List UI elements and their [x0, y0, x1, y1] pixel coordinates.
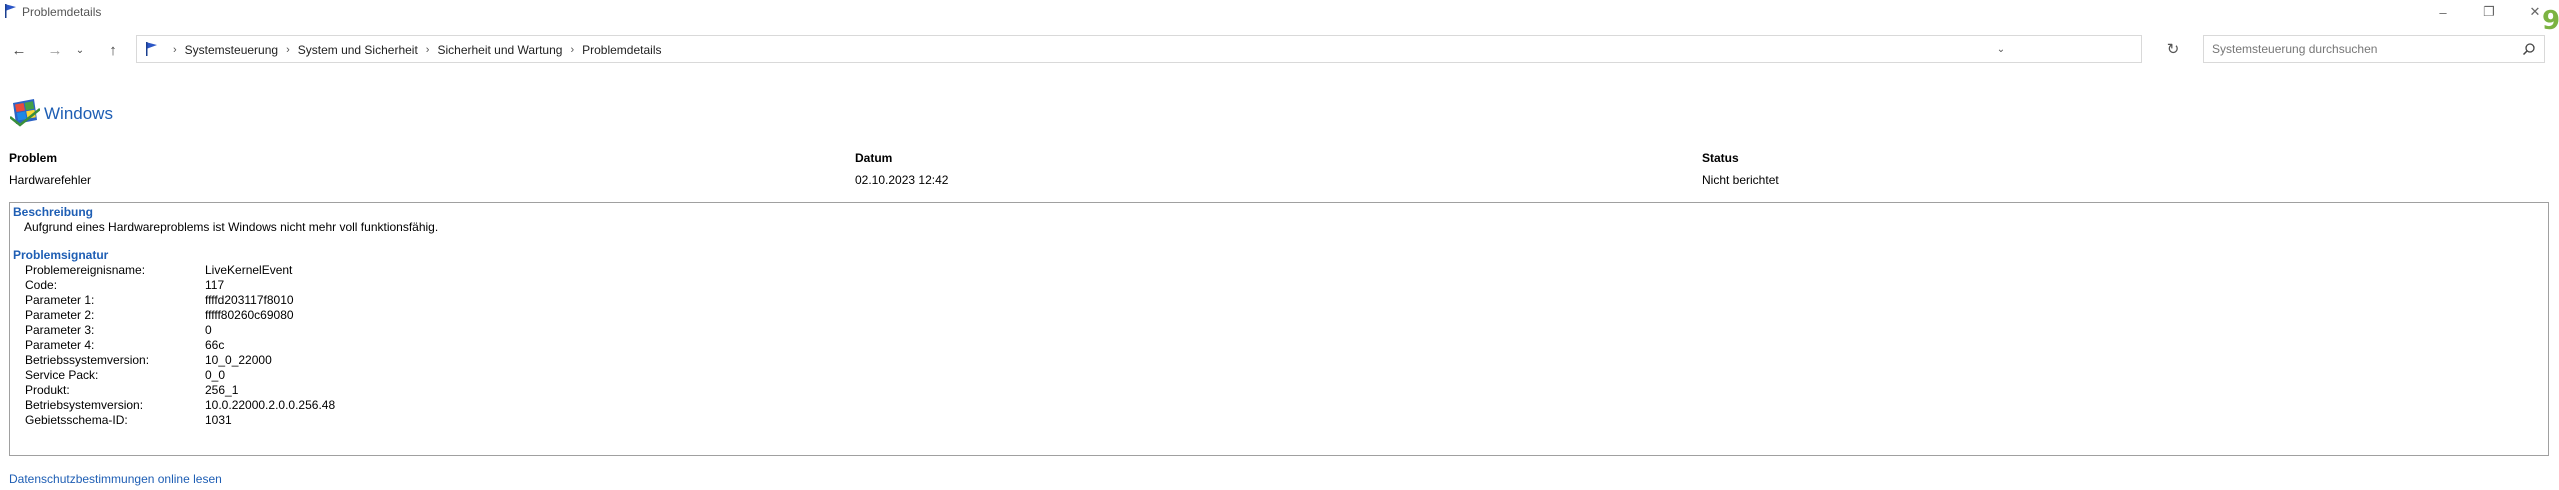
search-icon[interactable]: [2522, 42, 2536, 56]
arrow-left-icon: ←: [11, 41, 27, 59]
flag-icon: [5, 4, 16, 18]
problem-details-panel: Beschreibung Aufgrund eines Hardwareprob…: [9, 202, 2549, 456]
forward-button[interactable]: →: [42, 38, 68, 62]
signature-value: 10_0_22000: [205, 353, 272, 367]
signature-value: 1031: [205, 413, 232, 427]
signature-value: LiveKernelEvent: [205, 263, 293, 277]
signature-key: Gebietsschema-ID:: [25, 413, 128, 427]
signature-key: Betriebssystemversion:: [25, 353, 150, 367]
signature-key: Produkt:: [25, 383, 70, 397]
signature-key: Betriebsystemversion:: [25, 398, 144, 412]
signature-value: 10.0.22000.2.0.0.256.48: [205, 398, 336, 412]
title-bar: Problemdetails – ❐ ✕ 9: [0, 0, 2559, 36]
breadcrumb-item[interactable]: Sicherheit und Wartung: [437, 43, 562, 57]
status-column-header: Status: [1702, 151, 1739, 165]
chevron-down-icon: ⌄: [1996, 43, 2006, 55]
signature-value: 0_0: [205, 368, 226, 382]
signature-key: Parameter 4:: [25, 338, 95, 352]
flag-icon: [146, 42, 157, 56]
breadcrumb-item[interactable]: System und Sicherheit: [298, 43, 418, 57]
recent-locations-button[interactable]: ⌄: [72, 38, 88, 62]
signature-value: fffff80260c69080: [205, 308, 294, 322]
chevron-right-icon[interactable]: ›: [286, 44, 290, 56]
signature-value: 66c: [205, 338, 225, 352]
refresh-icon: ↻: [2166, 41, 2180, 58]
arrow-up-icon: ↑: [109, 41, 117, 59]
signature-key: Problemereignisname:: [25, 263, 146, 277]
signature-key: Parameter 3:: [25, 323, 95, 337]
signature-key: Parameter 2:: [25, 308, 95, 322]
signature-value: ffffd203117f8010: [205, 293, 294, 307]
date-column-header: Datum: [855, 151, 893, 165]
date-value: 02.10.2023 12:42: [855, 173, 949, 187]
chevron-down-icon: ⌄: [75, 44, 85, 56]
search-input[interactable]: [2212, 41, 2512, 57]
privacy-link[interactable]: Datenschutzbestimmungen online lesen: [9, 472, 222, 486]
corner-badge: 9: [2542, 6, 2559, 36]
signature-key: Parameter 1:: [25, 293, 95, 307]
breadcrumb-item[interactable]: Problemdetails: [582, 43, 661, 57]
breadcrumb-item[interactable]: Systemsteuerung: [185, 43, 278, 57]
page-title: Windows: [44, 104, 113, 123]
arrow-right-icon: →: [47, 41, 63, 59]
signature-value: 0: [205, 323, 212, 337]
address-bar[interactable]: › Systemsteuerung › System und Sicherhei…: [136, 35, 2142, 63]
signature-key: Service Pack:: [25, 368, 99, 382]
breadcrumb: › Systemsteuerung › System und Sicherhei…: [165, 43, 661, 57]
problem-column-header: Problem: [9, 151, 58, 165]
minimize-button[interactable]: –: [2420, 0, 2466, 24]
refresh-button[interactable]: ↻: [2162, 37, 2184, 61]
chevron-right-icon[interactable]: ›: [426, 44, 430, 56]
description-title: Beschreibung: [13, 205, 94, 219]
restore-button[interactable]: ❐: [2466, 0, 2512, 24]
signature-value: 117: [205, 278, 225, 292]
signature-value: 256_1: [205, 383, 239, 397]
back-button[interactable]: ←: [6, 38, 32, 62]
chevron-right-icon: ›: [173, 44, 177, 56]
chevron-right-icon[interactable]: ›: [570, 44, 574, 56]
up-button[interactable]: ↑: [100, 38, 126, 62]
status-value: Nicht berichtet: [1702, 173, 1779, 187]
windows-logo-icon: [10, 99, 40, 127]
address-dropdown-button[interactable]: ⌄: [1992, 37, 2010, 61]
description-text: Aufgrund eines Hardwareproblems ist Wind…: [24, 220, 439, 234]
window-title: Problemdetails: [22, 5, 102, 19]
signature-key: Code:: [25, 278, 58, 292]
search-box[interactable]: [2203, 35, 2545, 63]
signature-title: Problemsignatur: [13, 248, 109, 262]
problem-value: Hardwarefehler: [9, 173, 92, 187]
